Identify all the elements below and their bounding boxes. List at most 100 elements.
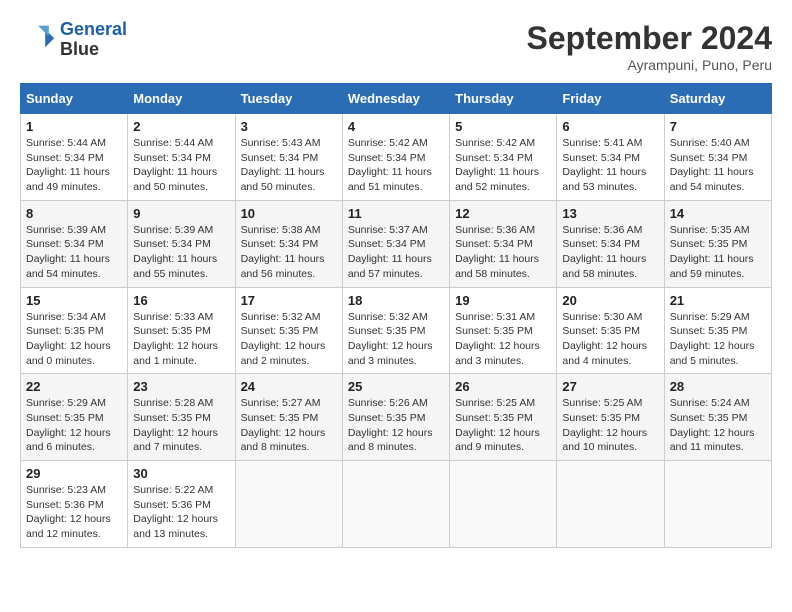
day-header-monday: Monday	[128, 84, 235, 114]
calendar-cell: 10 Sunrise: 5:38 AM Sunset: 5:34 PM Dayl…	[235, 200, 342, 287]
day-number: 13	[562, 206, 658, 221]
calendar-header: SundayMondayTuesdayWednesdayThursdayFrid…	[21, 84, 772, 114]
day-number: 11	[348, 206, 444, 221]
day-header-thursday: Thursday	[450, 84, 557, 114]
day-info: Sunrise: 5:42 AM Sunset: 5:34 PM Dayligh…	[455, 136, 551, 195]
calendar-body: 1 Sunrise: 5:44 AM Sunset: 5:34 PM Dayli…	[21, 114, 772, 548]
location: Ayrampuni, Puno, Peru	[527, 57, 772, 73]
day-info: Sunrise: 5:44 AM Sunset: 5:34 PM Dayligh…	[26, 136, 122, 195]
calendar-cell: 21 Sunrise: 5:29 AM Sunset: 5:35 PM Dayl…	[664, 287, 771, 374]
day-number: 7	[670, 119, 766, 134]
day-info: Sunrise: 5:44 AM Sunset: 5:34 PM Dayligh…	[133, 136, 229, 195]
calendar-cell: 19 Sunrise: 5:31 AM Sunset: 5:35 PM Dayl…	[450, 287, 557, 374]
calendar-cell: 13 Sunrise: 5:36 AM Sunset: 5:34 PM Dayl…	[557, 200, 664, 287]
calendar-cell: 22 Sunrise: 5:29 AM Sunset: 5:35 PM Dayl…	[21, 374, 128, 461]
day-number: 10	[241, 206, 337, 221]
calendar-week-4: 22 Sunrise: 5:29 AM Sunset: 5:35 PM Dayl…	[21, 374, 772, 461]
day-info: Sunrise: 5:39 AM Sunset: 5:34 PM Dayligh…	[26, 223, 122, 282]
day-number: 22	[26, 379, 122, 394]
calendar-cell	[664, 461, 771, 548]
day-number: 2	[133, 119, 229, 134]
month-title: September 2024	[527, 20, 772, 57]
calendar-cell	[342, 461, 449, 548]
calendar-week-2: 8 Sunrise: 5:39 AM Sunset: 5:34 PM Dayli…	[21, 200, 772, 287]
calendar-table: SundayMondayTuesdayWednesdayThursdayFrid…	[20, 83, 772, 548]
calendar-cell	[235, 461, 342, 548]
calendar-cell: 17 Sunrise: 5:32 AM Sunset: 5:35 PM Dayl…	[235, 287, 342, 374]
day-info: Sunrise: 5:35 AM Sunset: 5:35 PM Dayligh…	[670, 223, 766, 282]
day-info: Sunrise: 5:24 AM Sunset: 5:35 PM Dayligh…	[670, 396, 766, 455]
calendar-cell: 27 Sunrise: 5:25 AM Sunset: 5:35 PM Dayl…	[557, 374, 664, 461]
calendar-cell: 3 Sunrise: 5:43 AM Sunset: 5:34 PM Dayli…	[235, 114, 342, 201]
calendar-cell: 4 Sunrise: 5:42 AM Sunset: 5:34 PM Dayli…	[342, 114, 449, 201]
day-number: 21	[670, 293, 766, 308]
calendar-cell: 29 Sunrise: 5:23 AM Sunset: 5:36 PM Dayl…	[21, 461, 128, 548]
day-info: Sunrise: 5:36 AM Sunset: 5:34 PM Dayligh…	[562, 223, 658, 282]
day-header-friday: Friday	[557, 84, 664, 114]
day-number: 5	[455, 119, 551, 134]
calendar-week-5: 29 Sunrise: 5:23 AM Sunset: 5:36 PM Dayl…	[21, 461, 772, 548]
day-number: 23	[133, 379, 229, 394]
day-number: 9	[133, 206, 229, 221]
day-info: Sunrise: 5:37 AM Sunset: 5:34 PM Dayligh…	[348, 223, 444, 282]
day-number: 30	[133, 466, 229, 481]
day-info: Sunrise: 5:31 AM Sunset: 5:35 PM Dayligh…	[455, 310, 551, 369]
day-number: 19	[455, 293, 551, 308]
day-number: 20	[562, 293, 658, 308]
day-info: Sunrise: 5:43 AM Sunset: 5:34 PM Dayligh…	[241, 136, 337, 195]
calendar-cell: 7 Sunrise: 5:40 AM Sunset: 5:34 PM Dayli…	[664, 114, 771, 201]
day-number: 4	[348, 119, 444, 134]
day-number: 6	[562, 119, 658, 134]
day-info: Sunrise: 5:29 AM Sunset: 5:35 PM Dayligh…	[26, 396, 122, 455]
day-number: 29	[26, 466, 122, 481]
day-info: Sunrise: 5:30 AM Sunset: 5:35 PM Dayligh…	[562, 310, 658, 369]
calendar-cell: 24 Sunrise: 5:27 AM Sunset: 5:35 PM Dayl…	[235, 374, 342, 461]
day-info: Sunrise: 5:36 AM Sunset: 5:34 PM Dayligh…	[455, 223, 551, 282]
day-number: 14	[670, 206, 766, 221]
calendar-cell: 11 Sunrise: 5:37 AM Sunset: 5:34 PM Dayl…	[342, 200, 449, 287]
day-number: 3	[241, 119, 337, 134]
title-block: September 2024 Ayrampuni, Puno, Peru	[527, 20, 772, 73]
logo-text: General Blue	[60, 20, 127, 60]
day-info: Sunrise: 5:38 AM Sunset: 5:34 PM Dayligh…	[241, 223, 337, 282]
calendar-cell: 15 Sunrise: 5:34 AM Sunset: 5:35 PM Dayl…	[21, 287, 128, 374]
day-info: Sunrise: 5:29 AM Sunset: 5:35 PM Dayligh…	[670, 310, 766, 369]
calendar-cell: 18 Sunrise: 5:32 AM Sunset: 5:35 PM Dayl…	[342, 287, 449, 374]
calendar-cell: 8 Sunrise: 5:39 AM Sunset: 5:34 PM Dayli…	[21, 200, 128, 287]
day-info: Sunrise: 5:25 AM Sunset: 5:35 PM Dayligh…	[455, 396, 551, 455]
day-header-saturday: Saturday	[664, 84, 771, 114]
calendar-week-1: 1 Sunrise: 5:44 AM Sunset: 5:34 PM Dayli…	[21, 114, 772, 201]
day-info: Sunrise: 5:28 AM Sunset: 5:35 PM Dayligh…	[133, 396, 229, 455]
calendar-cell: 28 Sunrise: 5:24 AM Sunset: 5:35 PM Dayl…	[664, 374, 771, 461]
calendar-cell: 30 Sunrise: 5:22 AM Sunset: 5:36 PM Dayl…	[128, 461, 235, 548]
day-number: 18	[348, 293, 444, 308]
calendar-cell: 5 Sunrise: 5:42 AM Sunset: 5:34 PM Dayli…	[450, 114, 557, 201]
day-info: Sunrise: 5:39 AM Sunset: 5:34 PM Dayligh…	[133, 223, 229, 282]
day-number: 12	[455, 206, 551, 221]
day-header-tuesday: Tuesday	[235, 84, 342, 114]
day-number: 26	[455, 379, 551, 394]
calendar-week-3: 15 Sunrise: 5:34 AM Sunset: 5:35 PM Dayl…	[21, 287, 772, 374]
day-info: Sunrise: 5:23 AM Sunset: 5:36 PM Dayligh…	[26, 483, 122, 542]
calendar-cell: 26 Sunrise: 5:25 AM Sunset: 5:35 PM Dayl…	[450, 374, 557, 461]
day-info: Sunrise: 5:26 AM Sunset: 5:35 PM Dayligh…	[348, 396, 444, 455]
day-number: 16	[133, 293, 229, 308]
day-info: Sunrise: 5:25 AM Sunset: 5:35 PM Dayligh…	[562, 396, 658, 455]
logo-icon	[20, 22, 56, 58]
day-number: 1	[26, 119, 122, 134]
day-info: Sunrise: 5:42 AM Sunset: 5:34 PM Dayligh…	[348, 136, 444, 195]
page-header: General Blue September 2024 Ayrampuni, P…	[20, 20, 772, 73]
calendar-cell: 25 Sunrise: 5:26 AM Sunset: 5:35 PM Dayl…	[342, 374, 449, 461]
day-number: 28	[670, 379, 766, 394]
day-info: Sunrise: 5:32 AM Sunset: 5:35 PM Dayligh…	[241, 310, 337, 369]
day-number: 27	[562, 379, 658, 394]
day-number: 17	[241, 293, 337, 308]
day-header-wednesday: Wednesday	[342, 84, 449, 114]
day-info: Sunrise: 5:33 AM Sunset: 5:35 PM Dayligh…	[133, 310, 229, 369]
day-info: Sunrise: 5:34 AM Sunset: 5:35 PM Dayligh…	[26, 310, 122, 369]
logo: General Blue	[20, 20, 127, 60]
day-header-sunday: Sunday	[21, 84, 128, 114]
calendar-cell: 1 Sunrise: 5:44 AM Sunset: 5:34 PM Dayli…	[21, 114, 128, 201]
day-info: Sunrise: 5:32 AM Sunset: 5:35 PM Dayligh…	[348, 310, 444, 369]
day-info: Sunrise: 5:22 AM Sunset: 5:36 PM Dayligh…	[133, 483, 229, 542]
